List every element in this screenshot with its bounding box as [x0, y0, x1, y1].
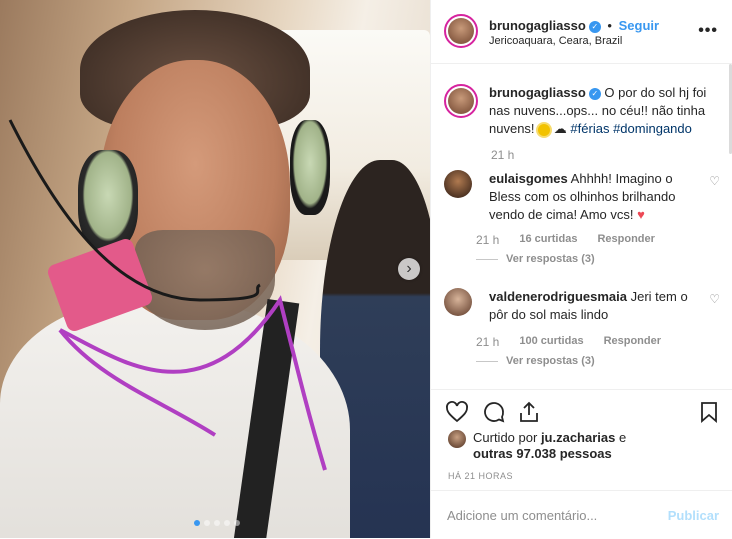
replies-line: [476, 360, 498, 362]
avatar[interactable]: [444, 14, 478, 48]
reply-button[interactable]: Responder: [604, 335, 661, 349]
post-photo[interactable]: ›: [0, 0, 430, 538]
comment-username[interactable]: eulaisgomes: [489, 171, 568, 186]
view-replies[interactable]: Ver respostas (3): [476, 253, 595, 265]
replies-line: [476, 258, 498, 260]
header-name-row: brunogagliasso ✓ • Seguir: [489, 18, 659, 33]
likes-prefix: Curtido por: [473, 430, 538, 445]
avatar[interactable]: [448, 430, 466, 448]
carousel-dot: [204, 520, 210, 526]
carousel-dot: [224, 520, 230, 526]
comment-time[interactable]: 21 h: [476, 335, 499, 349]
view-replies-label[interactable]: Ver respostas (3): [506, 253, 595, 265]
hashtag-link[interactable]: #férias: [570, 121, 609, 136]
share-icon[interactable]: [517, 400, 541, 424]
comment-time[interactable]: 21 h: [476, 233, 499, 247]
avatar[interactable]: [444, 288, 472, 316]
comment-text: eulaisgomes Ahhhh! Imagino o Bless com o…: [489, 170, 689, 224]
post-sidebar: brunogagliasso ✓ • Seguir Jericoaquara, C…: [430, 0, 732, 538]
more-options-icon[interactable]: •••: [698, 22, 718, 40]
comment-icon[interactable]: [482, 400, 506, 424]
comment-text: valdenerodriguesmaia Jeri tem o pôr do s…: [489, 288, 689, 324]
carousel-dot: [214, 520, 220, 526]
likes-text: Curtido por ju.zacharias e outras 97.038…: [473, 430, 663, 462]
header-username[interactable]: brunogagliasso: [489, 18, 586, 33]
avatar[interactable]: [444, 84, 478, 118]
red-heart-icon: ♥: [637, 207, 645, 222]
post-actions: Curtido por ju.zacharias e outras 97.038…: [431, 389, 732, 490]
separator-dot: •: [607, 18, 612, 33]
view-replies-label[interactable]: Ver respostas (3): [506, 355, 595, 367]
chevron-right-icon[interactable]: ›: [398, 258, 420, 280]
likes-summary: Curtido por ju.zacharias e outras 97.038…: [448, 430, 663, 462]
comment-input[interactable]: Adicione um comentário...: [447, 508, 597, 523]
caption-username[interactable]: brunogagliasso: [489, 85, 586, 100]
comment-likes[interactable]: 16 curtidas: [519, 233, 577, 247]
likes-user[interactable]: ju.zacharias: [541, 430, 615, 445]
photo-cables: [8, 119, 327, 471]
comment-meta: 21 h 100 curtidas Responder: [476, 335, 661, 349]
comment-username[interactable]: valdenerodriguesmaia: [489, 289, 627, 304]
cloud-icon: ☁: [553, 121, 567, 136]
caption-text: brunogagliasso ✓ O por do sol hj foi nas …: [489, 84, 719, 138]
comment-meta: 21 h 16 curtidas Responder: [476, 233, 655, 247]
view-replies[interactable]: Ver respostas (3): [476, 355, 595, 367]
heart-icon[interactable]: ♡: [709, 292, 720, 306]
location-link[interactable]: Jericoaquara, Ceara, Brazil: [489, 35, 622, 47]
sun-icon: [538, 123, 551, 136]
likes-others[interactable]: outras 97.038 pessoas: [473, 446, 612, 461]
reply-button[interactable]: Responder: [597, 233, 654, 247]
posted-time[interactable]: HÁ 21 HORAS: [448, 471, 513, 481]
heart-icon[interactable]: ♡: [709, 174, 720, 188]
add-comment-bar: Adicione um comentário... Publicar: [431, 490, 732, 539]
post-comment-button[interactable]: Publicar: [668, 508, 719, 523]
avatar[interactable]: [444, 170, 472, 198]
comments-section: brunogagliasso ✓ O por do sol hj foi nas …: [431, 64, 732, 388]
bookmark-icon[interactable]: [697, 400, 721, 424]
likes-middle: e: [619, 430, 627, 445]
verified-icon: ✓: [588, 87, 601, 100]
hashtag-link[interactable]: #domingando: [613, 121, 692, 136]
caption-time[interactable]: 21 h: [491, 148, 514, 162]
carousel-dot: [194, 520, 200, 526]
comment-likes[interactable]: 100 curtidas: [519, 335, 583, 349]
heart-icon[interactable]: [445, 400, 469, 424]
post-header: brunogagliasso ✓ • Seguir Jericoaquara, C…: [431, 0, 732, 64]
carousel-dots: [194, 520, 240, 526]
carousel-dot: [234, 520, 240, 526]
verified-icon: ✓: [588, 20, 601, 33]
follow-button[interactable]: Seguir: [619, 18, 659, 33]
